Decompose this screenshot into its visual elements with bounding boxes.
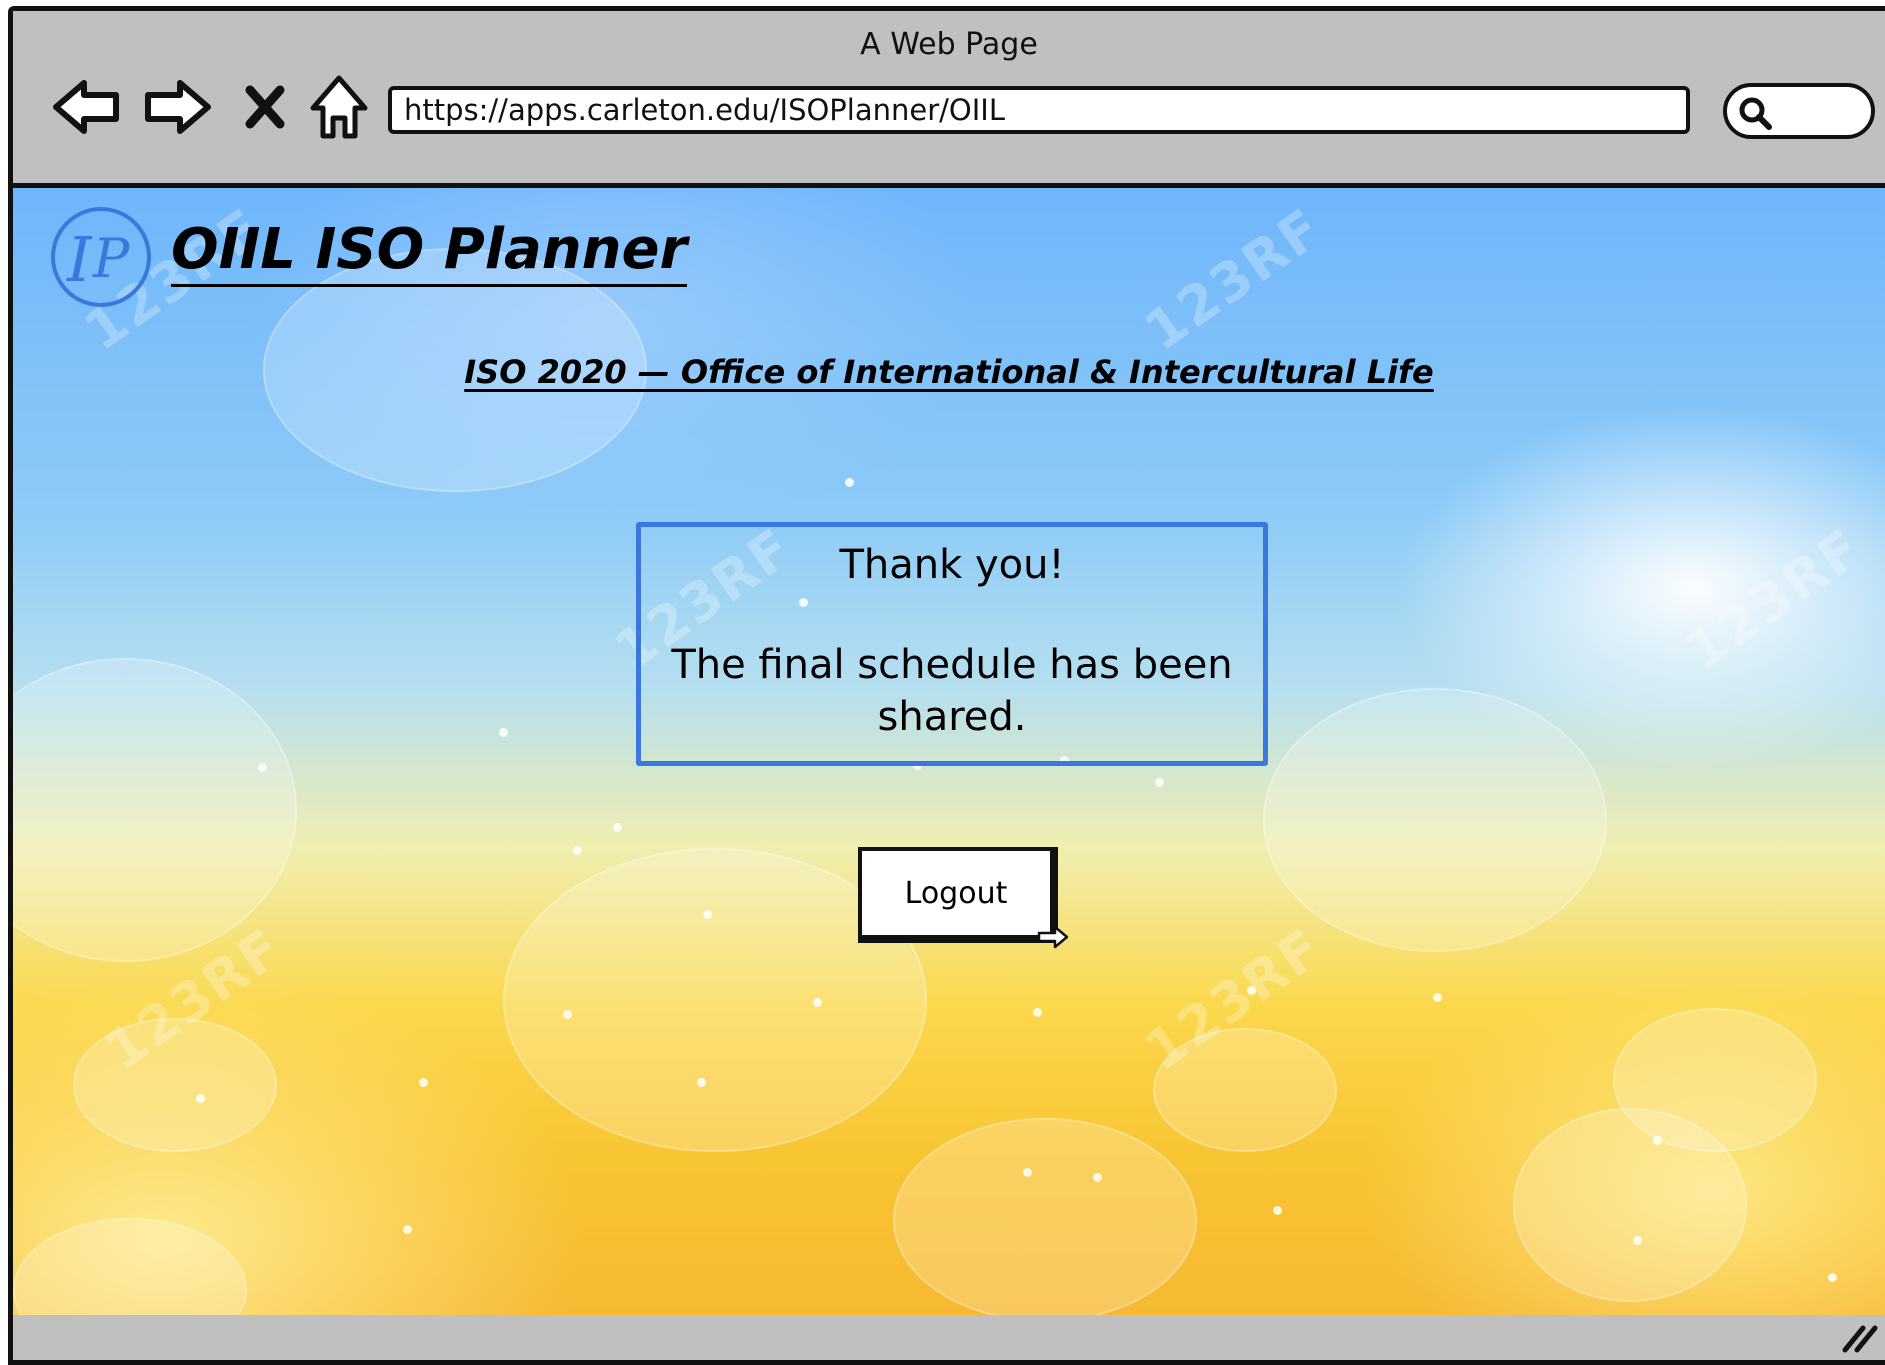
search-icon xyxy=(1739,97,1772,130)
app-title: OIIL ISO Planner xyxy=(171,218,688,287)
url-text: https://apps.carleton.edu/ISOPlanner/OII… xyxy=(404,93,1005,127)
home-button[interactable] xyxy=(301,69,377,145)
page-viewport: 123RF 123RF 123RF 123RF 123RF 123RF I P … xyxy=(13,188,1885,1325)
resize-grip-icon[interactable] xyxy=(1839,1320,1879,1354)
close-icon xyxy=(245,85,285,129)
forward-button[interactable] xyxy=(139,69,215,145)
back-button[interactable] xyxy=(49,69,125,145)
page-subtitle: ISO 2020 — Office of International & Int… xyxy=(13,353,1885,391)
logout-button[interactable]: Logout xyxy=(858,847,1058,943)
confirmation-message-box: Thank you! The final schedule has been s… xyxy=(636,522,1268,766)
message-heading: Thank you! xyxy=(839,542,1065,588)
back-arrow-icon xyxy=(53,80,119,134)
status-bar xyxy=(13,1315,1885,1360)
window-title: A Web Page xyxy=(860,27,1038,62)
search-input[interactable] xyxy=(1723,83,1875,139)
svg-text:P: P xyxy=(92,227,131,290)
stop-button[interactable] xyxy=(227,69,303,145)
message-body: The final schedule has been shared. xyxy=(671,642,1233,740)
home-icon xyxy=(310,75,368,139)
browser-window: A Web Page https://apps.carleton.edu/ISO… xyxy=(8,6,1885,1365)
pointer-cursor-icon xyxy=(1037,925,1069,949)
page-subtitle-text: ISO 2020 — Office of International & Int… xyxy=(464,353,1434,391)
svg-text:I: I xyxy=(66,223,93,296)
address-bar[interactable]: https://apps.carleton.edu/ISOPlanner/OII… xyxy=(388,86,1690,134)
browser-toolbar: A Web Page https://apps.carleton.edu/ISO… xyxy=(13,11,1885,188)
ip-logo-icon: I P xyxy=(51,207,151,307)
forward-arrow-icon xyxy=(145,80,211,134)
